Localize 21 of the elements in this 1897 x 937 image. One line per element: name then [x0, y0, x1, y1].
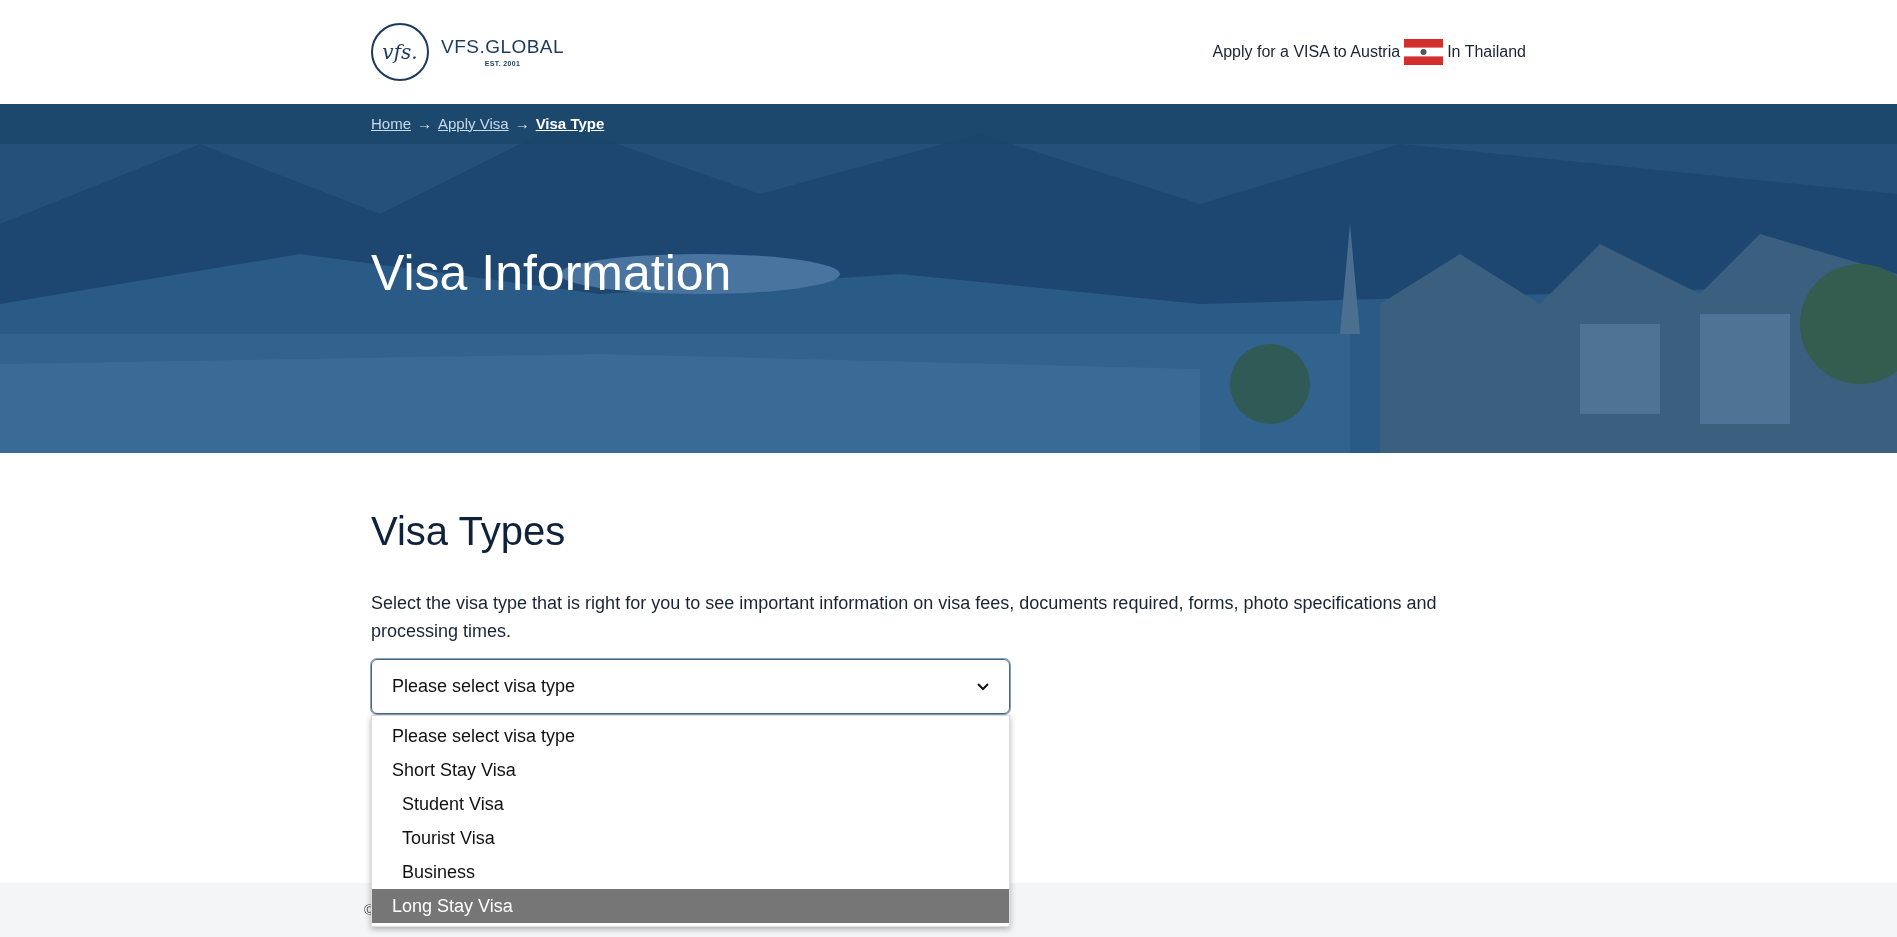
- dropdown-option[interactable]: Student Visa: [372, 787, 1009, 821]
- chevron-down-icon: [977, 682, 989, 691]
- breadcrumb-separator: →: [417, 113, 432, 134]
- apply-text: Apply for a VISA to Austria: [1212, 42, 1401, 62]
- dropdown-option[interactable]: Please select visa type: [372, 719, 1009, 753]
- section-description: Select the visa type that is right for you to see important information on visa fees, documents required, forms, photo specifications and processing times.: [371, 592, 1438, 643]
- flag-icon: [1404, 39, 1444, 65]
- dropdown-option[interactable]: Short Stay Visa: [372, 753, 1009, 787]
- hero-title: Visa Information: [370, 244, 733, 303]
- section-title: Visa Types: [371, 508, 567, 555]
- breadcrumb-link[interactable]: Apply Visa: [438, 112, 509, 136]
- breadcrumb-link[interactable]: Visa Type: [535, 112, 605, 136]
- breadcrumb-link[interactable]: Home: [371, 112, 411, 136]
- breadcrumb-separator: →: [514, 113, 530, 134]
- visa-type-select[interactable]: Please select visa type: [371, 659, 1010, 714]
- location-text: In Thailand: [1447, 42, 1526, 62]
- dropdown-option[interactable]: Business: [372, 855, 1009, 889]
- logo-mark: vfs.: [382, 39, 418, 66]
- logo-name: VFS.GLOBAL: [441, 34, 565, 59]
- dropdown-option[interactable]: Long Stay Visa: [372, 889, 1009, 923]
- dropdown-option[interactable]: Tourist Visa: [372, 821, 1009, 855]
